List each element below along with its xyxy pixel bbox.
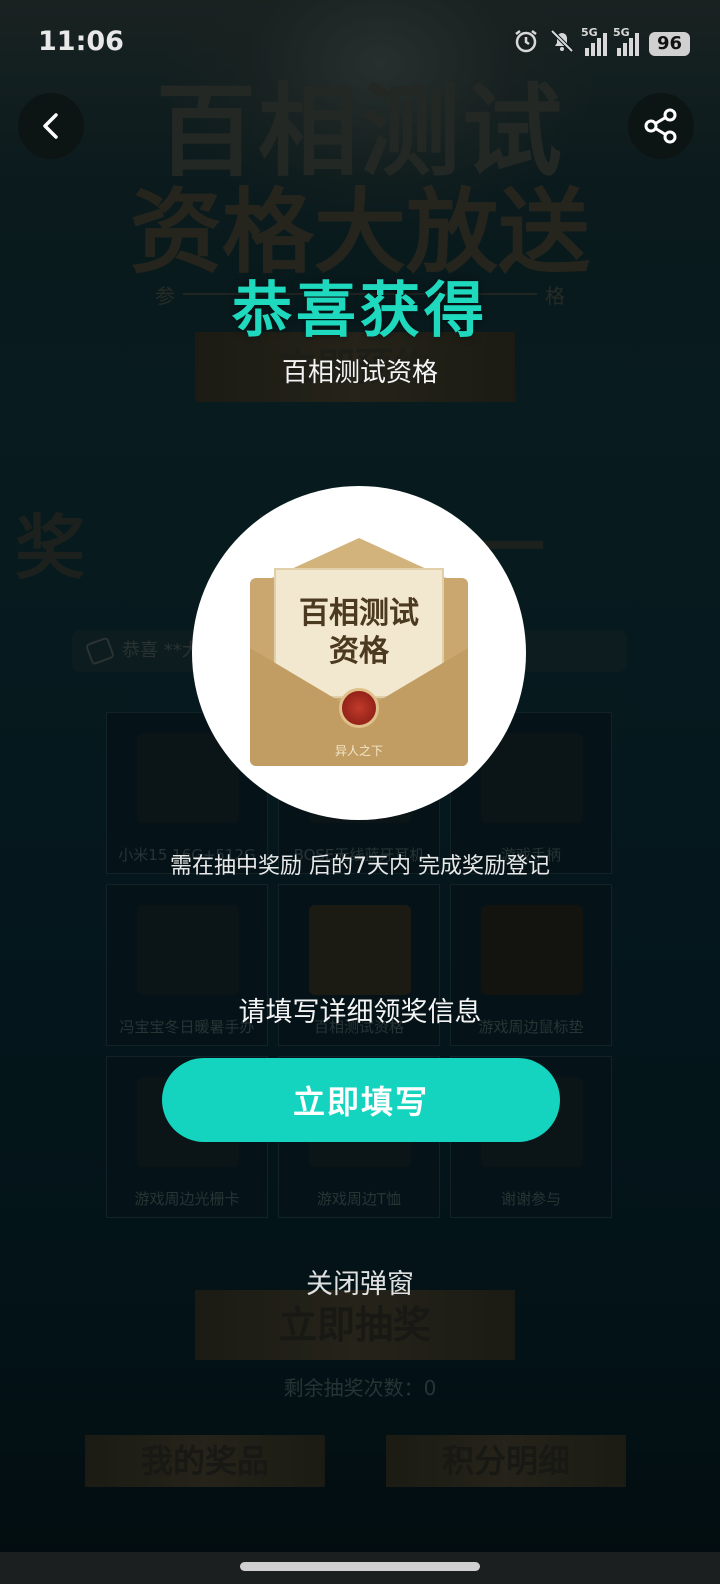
signal-tag: 5G: [580, 26, 598, 39]
wax-seal-icon: [339, 688, 379, 728]
signal-5g-icon: 5G: [613, 26, 639, 56]
deadline-notice: 需在抽中奖励 后的7天内 完成奖励登记: [170, 854, 550, 879]
signal-tag: 5G: [612, 26, 630, 39]
back-button[interactable]: [18, 93, 84, 159]
envelope-caption: 异人之下: [334, 744, 383, 758]
signal-5g-icon: 5G: [581, 26, 607, 56]
prize-image-circle: 百相测试 资格 异人之下: [192, 486, 526, 820]
letter-line2: 资格: [329, 634, 389, 669]
status-time: 11:06: [38, 26, 124, 57]
mute-icon: [549, 28, 575, 60]
fill-info-prompt: 请填写详细领奖信息: [238, 997, 482, 1028]
letter-line1: 百相测试: [299, 596, 419, 631]
home-indicator[interactable]: [240, 1562, 480, 1571]
close-modal-button[interactable]: 关闭弹窗: [0, 1262, 720, 1301]
share-button[interactable]: [628, 93, 694, 159]
prize-name: 百相测试资格: [281, 358, 438, 388]
fill-now-button[interactable]: 立即填写: [162, 1058, 560, 1142]
chevron-left-icon: [43, 113, 58, 139]
battery-icon: 96: [648, 32, 690, 56]
modal-title: 恭喜获得: [232, 276, 488, 346]
envelope-illustration: 百相测试 资格 异人之下: [250, 538, 468, 770]
alarm-icon: [513, 28, 539, 60]
status-bar: 11:06 5G 5G 96: [0, 0, 720, 86]
share-icon: [644, 108, 677, 144]
status-icons: 5G 5G 96: [513, 26, 690, 60]
